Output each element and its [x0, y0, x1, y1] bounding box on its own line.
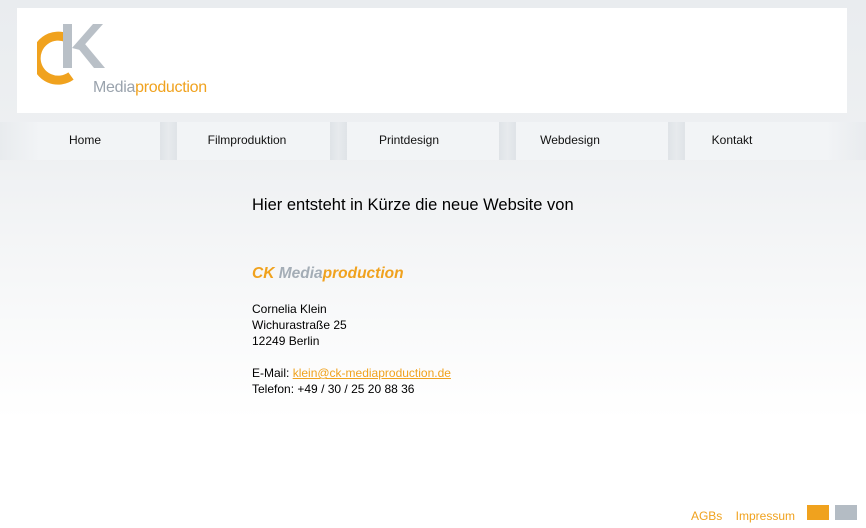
contact-name: Cornelia Klein — [252, 302, 327, 316]
phone-number: +49 / 30 / 25 20 88 36 — [297, 382, 415, 396]
email-link[interactable]: klein@ck-mediaproduction.de — [293, 366, 451, 380]
nav-webdesign[interactable]: Webdesign — [485, 122, 655, 160]
phone-label: Telefon: — [252, 382, 295, 396]
page-headline: Hier entsteht in Kürze die neue Website … — [252, 196, 574, 214]
nav-filmproduktion[interactable]: Filmproduktion — [162, 122, 332, 160]
email-line: E-Mail: klein@ck-mediaproduction.de — [252, 365, 752, 381]
phone-line: Telefon: +49 / 30 / 25 20 88 36 — [252, 381, 752, 397]
nav-home[interactable]: Home — [0, 122, 170, 160]
orange-square-decoration — [807, 505, 829, 520]
main-navigation: Home Filmproduktion Printdesign Webdesig… — [0, 122, 866, 160]
brand-name: CK Mediaproduction — [252, 265, 404, 282]
gray-square-decoration — [835, 505, 857, 520]
nav-kontakt[interactable]: Kontakt — [647, 122, 817, 160]
email-label: E-Mail: — [252, 366, 290, 380]
contact-city: 12249 Berlin — [252, 334, 320, 348]
contact-street: Wichurastraße 25 — [252, 318, 347, 332]
impressum-link[interactable]: Impressum — [736, 509, 795, 523]
company-logo[interactable]: Mediaproduction — [37, 22, 217, 102]
address-block: Cornelia Klein Wichurastraße 25 12249 Be… — [252, 301, 752, 349]
main-content: Hier entsteht in Kürze die neue Website … — [252, 196, 752, 397]
nav-printdesign[interactable]: Printdesign — [324, 122, 494, 160]
contact-block: E-Mail: klein@ck-mediaproduction.de Tele… — [252, 365, 752, 397]
agb-link[interactable]: AGBs — [691, 509, 722, 523]
footer-links: AGBs Impressum — [681, 509, 795, 523]
ck-logo-mark — [37, 24, 105, 85]
header-banner: Mediaproduction — [17, 8, 847, 113]
logo-wordmark: Mediaproduction — [93, 79, 207, 96]
